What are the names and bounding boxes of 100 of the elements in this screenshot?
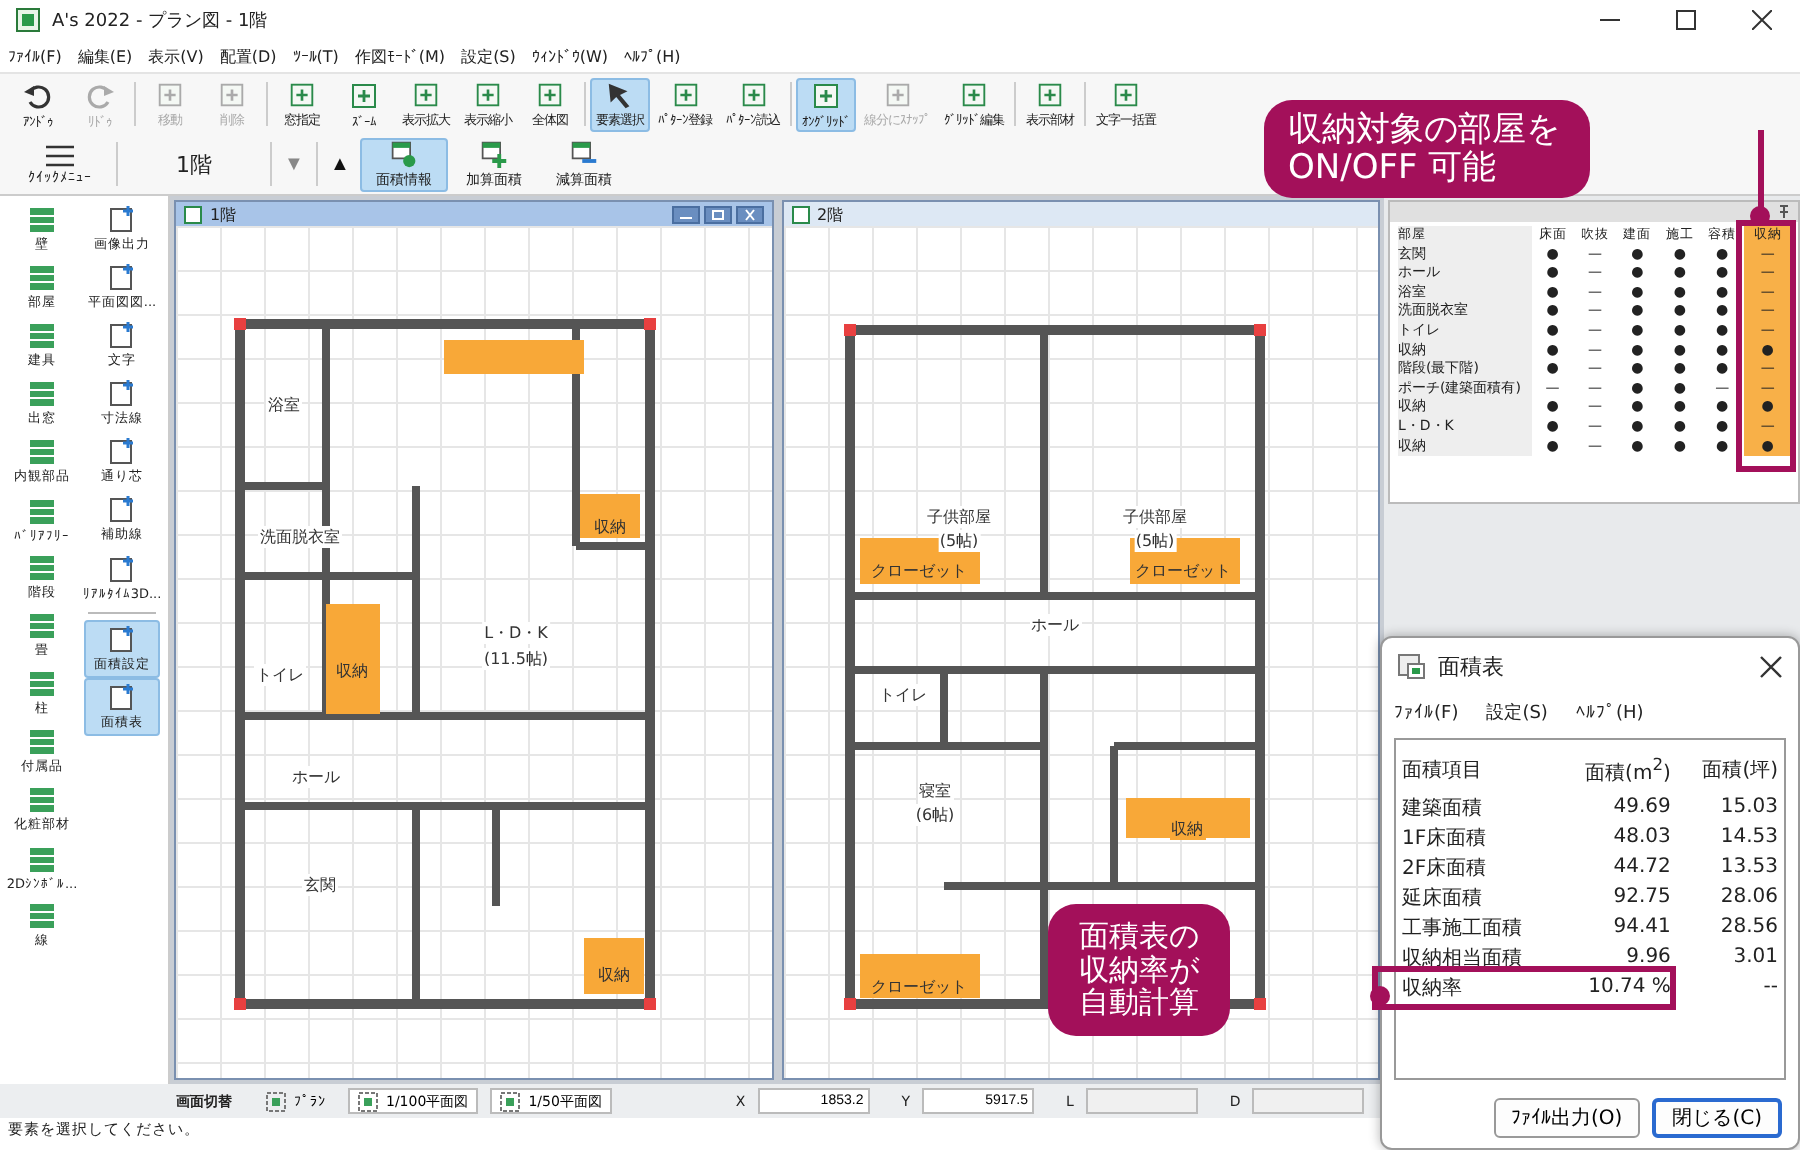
- sheet-icon: [106, 262, 138, 294]
- room-label: (11.5帖): [481, 648, 551, 670]
- room-label: 収納: [592, 516, 628, 538]
- plan-view-icon: [500, 1091, 521, 1111]
- sheet-icon: [106, 436, 138, 468]
- building-part-icon: [26, 320, 58, 352]
- table-cell-text: 14.53: [1718, 824, 1780, 853]
- column-header: 面積項目: [1400, 757, 1484, 787]
- menu-item[interactable]: ﾌｧｲﾙ(F): [8, 47, 62, 65]
- column-header: 面積(m$^{2}$): [1583, 752, 1673, 789]
- menu-icon: [44, 143, 76, 167]
- table-cell: 収納相当面積: [1402, 947, 1522, 970]
- frame-icon: [881, 79, 913, 109]
- pin-icon: [1778, 204, 1790, 220]
- frame-icon: [810, 79, 842, 111]
- redo-arrow-icon: [84, 79, 116, 111]
- menu-item[interactable]: 配置(D): [219, 45, 277, 67]
- building-part-icon: [26, 495, 58, 527]
- dialog-button[interactable]: 閉じる(C): [1652, 1098, 1782, 1138]
- room-label: 浴室: [266, 394, 302, 416]
- room-label: 収納: [334, 660, 370, 682]
- callout-box: 面積表の収納率が自動計算: [1048, 904, 1230, 1035]
- frame-icon: [410, 79, 442, 109]
- building-part-icon: [26, 262, 58, 294]
- room-label: 子供部屋: [925, 506, 993, 528]
- room-label: クローゼット: [1133, 560, 1233, 582]
- table-cell: 収納率: [1402, 977, 1462, 1000]
- building-part-icon: [26, 204, 58, 236]
- table-cell-text: 3.01: [1731, 944, 1780, 973]
- sheet-icon: [106, 204, 138, 236]
- building-part-icon: [26, 784, 58, 816]
- frame-icon: [216, 79, 248, 109]
- column-header: 面積(坪): [1700, 757, 1780, 787]
- menu-item[interactable]: ﾍﾙﾌﾟ(H): [624, 47, 681, 65]
- room-label: 収納: [596, 964, 632, 986]
- table-cell-text: 28.06: [1718, 884, 1780, 913]
- floor-label: 1階: [174, 149, 214, 179]
- callout-box: 収納対象の部屋をON/OFF 可能: [1264, 100, 1591, 199]
- menu-item[interactable]: 設定(S): [1486, 699, 1548, 725]
- menu-item[interactable]: 表示(V): [148, 45, 204, 67]
- table-cell-text: 92.75: [1611, 884, 1673, 913]
- menu-item[interactable]: ｳｨﾝﾄﾞｳ(W): [531, 47, 609, 65]
- maximize-icon: [1676, 10, 1696, 30]
- table-cell-text: 49.69: [1611, 794, 1673, 823]
- frame-icon: [154, 79, 186, 109]
- room-label: トイレ: [254, 664, 306, 686]
- menu-item[interactable]: 設定(S): [461, 45, 516, 67]
- building-part-icon: [26, 552, 58, 584]
- room-label: (5帖): [937, 530, 981, 552]
- frame-icon: [1110, 79, 1142, 109]
- table-cell: 建築面積: [1402, 797, 1482, 820]
- table-window-icon: [1398, 652, 1426, 680]
- table-cell-text: 9.96: [1624, 944, 1673, 973]
- close-icon: [1752, 10, 1772, 30]
- coordinate-field[interactable]: [1252, 1088, 1365, 1114]
- plan-view-icon: [266, 1091, 286, 1111]
- building-part-icon: [26, 843, 58, 875]
- menu-item[interactable]: ﾌｧｲﾙ(F): [1394, 701, 1459, 723]
- menu-item[interactable]: 編集(E): [77, 45, 133, 67]
- frame-icon: [958, 79, 990, 109]
- table-cell: 工事施工面積: [1402, 917, 1522, 940]
- sheet-icon: [106, 320, 138, 352]
- area-sheet-icon: [566, 139, 602, 167]
- room-label: 寝室: [917, 780, 953, 802]
- menu-item[interactable]: ﾍﾙﾌﾟ(H): [1575, 701, 1644, 723]
- room-label: 子供部屋: [1121, 506, 1189, 528]
- table-cell-text: 15.03: [1718, 794, 1780, 823]
- table-cell-text: 94.41: [1611, 914, 1673, 943]
- coordinate-field[interactable]: [1085, 1088, 1198, 1114]
- room-label: 玄関: [302, 874, 338, 896]
- plan-window-title: 1階: [210, 203, 237, 225]
- table-cell-text: 28.56: [1718, 914, 1780, 943]
- room-label: 収納: [1169, 818, 1205, 840]
- building-part-icon: [26, 610, 58, 642]
- building-part-icon: [26, 668, 58, 700]
- area-sheet-icon: [476, 139, 512, 167]
- frame-icon: [737, 79, 769, 109]
- sheet-icon: [106, 494, 138, 526]
- close-icon: [1760, 655, 1782, 677]
- floor-up-button[interactable]: ▲: [322, 153, 358, 175]
- sheet-icon: [106, 553, 138, 585]
- room-label: (6帖): [913, 804, 957, 826]
- frame-icon: [472, 79, 504, 109]
- room-label: (5帖): [1133, 530, 1177, 552]
- room-label: L・D・K: [482, 622, 550, 644]
- menu-item[interactable]: ﾂｰﾙ(T): [292, 47, 339, 65]
- dialog-button[interactable]: ﾌｧｲﾙ出力(O): [1493, 1098, 1641, 1138]
- room-label: クローゼット: [869, 560, 969, 582]
- menu-item[interactable]: 作図ﾓｰﾄﾞ(M): [354, 45, 446, 67]
- plan-view-icon: [358, 1091, 378, 1111]
- frame-icon: [1034, 79, 1066, 109]
- window-title: A's 2022 - プラン図 - 1階: [52, 8, 268, 33]
- table-cell-text: 13.53: [1718, 854, 1780, 883]
- table-cell-text: 44.72: [1611, 854, 1673, 883]
- table-cell: 1F床面積: [1402, 827, 1487, 850]
- building-part-icon: [26, 436, 58, 468]
- room-label: ホール: [1029, 614, 1081, 636]
- building-part-icon: [26, 378, 58, 410]
- building-part-icon: [26, 900, 58, 932]
- frame-icon: [534, 79, 566, 109]
